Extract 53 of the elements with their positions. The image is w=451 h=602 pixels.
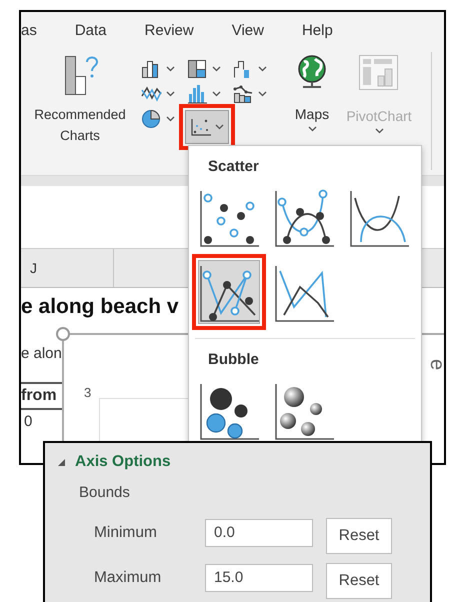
ribbon-tab[interactable]: View [232, 22, 264, 38]
scatter-chart-icon [190, 117, 212, 137]
resize-handle[interactable] [56, 327, 70, 341]
caret-icon [258, 66, 267, 72]
collapse-icon[interactable] [57, 458, 66, 466]
pivot-chart-icon [358, 54, 400, 92]
reset-button[interactable]: Reset [326, 563, 392, 599]
smooth-chart-icon [349, 188, 409, 248]
combo-chart-icon [233, 84, 255, 104]
caret-icon [166, 90, 175, 96]
hierarchy-chart-button[interactable] [185, 57, 223, 80]
sheet-title: e along beach v [21, 295, 180, 319]
markers-chart-icon [199, 188, 259, 248]
ribbon-tab[interactable]: as [21, 22, 37, 38]
group-label: Bounds [79, 484, 131, 501]
straight-markers-chart-icon [199, 263, 259, 323]
caret-icon [212, 90, 221, 96]
section-heading: Bubble [208, 351, 260, 368]
caret-icon [215, 124, 224, 130]
caret-icon [212, 66, 221, 72]
section-heading: Scatter [208, 158, 260, 175]
hierarchy-chart-icon [187, 58, 209, 78]
bubble-3d-chart-icon [274, 381, 334, 441]
ribbon-tab[interactable]: Help [302, 22, 333, 38]
bubble-chart-icon [199, 381, 259, 441]
caret-icon [308, 126, 316, 132]
maps-button[interactable]: Maps [285, 54, 339, 132]
axis-tick-label: 3 [84, 385, 92, 402]
straight-chart-icon [274, 263, 334, 323]
caret-icon [374, 128, 384, 134]
chart-subtitle: e alon [21, 345, 62, 362]
pivotchart-button: PivotChart [339, 54, 419, 134]
caret-icon [258, 90, 267, 96]
statistic-chart-button[interactable] [185, 82, 223, 105]
input-field[interactable]: 15.0 [205, 564, 313, 592]
table-cell-text: 0 [23, 412, 34, 430]
pie-chart-icon [141, 108, 163, 128]
caret-icon [166, 66, 175, 72]
table-header-cell: from [21, 382, 62, 410]
caret-icon [166, 116, 175, 122]
reset-button[interactable]: Reset [326, 518, 392, 554]
field-label: Maximum [94, 568, 162, 586]
statistic-chart-icon [187, 84, 209, 104]
recommended-charts-button[interactable]: Recommended Charts [30, 104, 130, 146]
ribbon-tab[interactable]: Review [144, 22, 194, 38]
ribbon-tab[interactable]: Data [74, 22, 107, 38]
axis-title: e [424, 358, 444, 370]
section-title: Axis Options [75, 453, 171, 471]
field-label: Minimum [94, 524, 158, 542]
column-header[interactable]: J [21, 249, 114, 287]
input-field[interactable]: 0.0 [205, 518, 313, 546]
smooth-markers-chart-icon [274, 188, 334, 248]
pie-chart-button[interactable] [139, 107, 177, 130]
